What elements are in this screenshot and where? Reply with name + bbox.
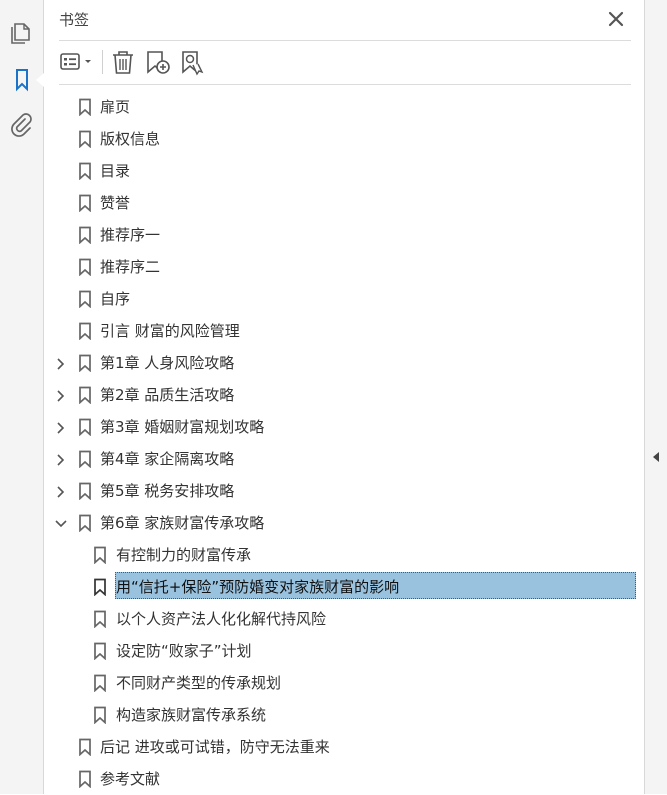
bookmark-icon: [78, 226, 92, 245]
bookmark-label: 设定防“败家子”计划: [116, 642, 252, 660]
bookmark-icon: [78, 482, 92, 501]
bookmark-item[interactable]: 推荐序一: [44, 219, 644, 251]
bookmark-label: 推荐序二: [100, 258, 161, 276]
bookmark-label: 第2章 品质生活攻略: [100, 386, 235, 404]
bookmark-item[interactable]: 构造家族财富传承系统: [44, 699, 644, 731]
bookmark-icon: [93, 546, 107, 565]
bookmark-icon[interactable]: [9, 67, 35, 93]
options-menu-button[interactable]: [59, 48, 97, 76]
panel-title: 书签: [59, 11, 90, 29]
bookmark-icon: [93, 578, 107, 597]
bookmark-item[interactable]: 第1章 人身风险攻略: [44, 347, 644, 379]
trash-icon[interactable]: [110, 48, 136, 76]
divider: [59, 84, 631, 85]
bookmark-icon: [78, 290, 92, 309]
bookmark-label: 构造家族财富传承系统: [116, 706, 267, 724]
bookmark-label: 第4章 家企隔离攻略: [100, 450, 235, 468]
bookmark-icon: [78, 258, 92, 277]
bookmark-icon: [78, 162, 92, 181]
bookmark-icon: [78, 450, 92, 469]
bookmark-item[interactable]: 扉页: [44, 91, 644, 123]
chevron-down-icon[interactable]: [54, 516, 68, 530]
bookmark-item[interactable]: 第5章 税务安排攻略: [44, 475, 644, 507]
bookmark-icon: [93, 642, 107, 661]
document-pane-edge: [644, 0, 667, 794]
bookmark-icon: [93, 674, 107, 693]
bookmark-item[interactable]: 以个人资产法人化化解代持风险: [44, 603, 644, 635]
bookmark-label: 引言 财富的风险管理: [100, 322, 240, 340]
bookmark-label: 用“信托+保险”预防婚变对家族财富的影响: [116, 578, 400, 596]
chevron-right-icon[interactable]: [54, 484, 68, 498]
bookmark-icon: [78, 194, 92, 213]
chevron-right-icon[interactable]: [54, 420, 68, 434]
bookmark-icon: [78, 130, 92, 149]
bookmark-label: 有控制力的财富传承: [116, 546, 252, 564]
bookmark-label: 自序: [100, 290, 131, 308]
bookmark-label: 第5章 税务安排攻略: [100, 482, 235, 500]
bookmark-label: 赞誉: [100, 194, 131, 212]
bookmark-label: 第6章 家族财富传承攻略: [100, 514, 265, 532]
bookmark-icon: [78, 514, 92, 533]
bookmark-icon: [93, 610, 107, 629]
bookmark-item[interactable]: 推荐序二: [44, 251, 644, 283]
bookmark-label: 第1章 人身风险攻略: [100, 354, 235, 372]
bookmark-item[interactable]: 第6章 家族财富传承攻略: [44, 507, 644, 539]
bookmark-icon: [93, 706, 107, 725]
bookmark-item[interactable]: 赞誉: [44, 187, 644, 219]
bookmark-item[interactable]: 参考文献: [44, 763, 644, 795]
bookmark-label: 第3章 婚姻财富规划攻略: [100, 418, 265, 436]
bookmark-item[interactable]: 第3章 婚姻财富规划攻略: [44, 411, 644, 443]
bookmark-item[interactable]: 不同财产类型的传承规划: [44, 667, 644, 699]
active-panel-pointer: [36, 73, 44, 87]
toolbar-separator: [102, 50, 103, 74]
bookmark-from-structure-icon[interactable]: [179, 48, 207, 76]
bookmark-label: 以个人资产法人化化解代持风险: [116, 610, 327, 628]
bookmark-item[interactable]: 有控制力的财富传承: [44, 539, 644, 571]
bookmark-icon: [78, 738, 92, 757]
close-icon[interactable]: [606, 9, 626, 29]
chevron-right-icon[interactable]: [54, 356, 68, 370]
bookmark-item[interactable]: 设定防“败家子”计划: [44, 635, 644, 667]
bookmark-item[interactable]: 后记 进攻或可试错，防守无法重来: [44, 731, 644, 763]
bookmark-item[interactable]: 自序: [44, 283, 644, 315]
bookmark-item[interactable]: 用“信托+保险”预防婚变对家族财富的影响: [44, 571, 644, 603]
bookmark-item[interactable]: 第2章 品质生活攻略: [44, 379, 644, 411]
bookmarks-toolbar: [59, 48, 631, 78]
bookmark-icon: [78, 354, 92, 373]
bookmark-icon: [78, 322, 92, 341]
navigation-rail: [0, 0, 44, 794]
chevron-right-icon[interactable]: [54, 388, 68, 402]
attachment-icon[interactable]: [9, 112, 35, 138]
bookmark-label: 后记 进攻或可试错，防守无法重来: [100, 738, 330, 756]
divider: [59, 40, 631, 41]
bookmark-icon: [78, 386, 92, 405]
chevron-right-icon[interactable]: [54, 452, 68, 466]
bookmark-icon: [78, 98, 92, 117]
bookmark-item[interactable]: 版权信息: [44, 123, 644, 155]
new-bookmark-icon[interactable]: [144, 48, 172, 76]
bookmark-label: 扉页: [100, 98, 131, 116]
bookmark-label: 参考文献: [100, 770, 161, 788]
bookmark-label: 不同财产类型的传承规划: [116, 674, 282, 692]
bookmark-icon: [78, 770, 92, 789]
bookmarks-panel: 书签 扉页 版权信息 目录 赞誉 推荐序一 推荐序二 自序 引言 财富的风险管理…: [44, 0, 644, 794]
bookmark-item[interactable]: 目录: [44, 155, 644, 187]
bookmark-label: 目录: [100, 162, 131, 180]
pages-icon[interactable]: [9, 20, 35, 46]
bookmark-item[interactable]: 引言 财富的风险管理: [44, 315, 644, 347]
bookmark-icon: [78, 418, 92, 437]
bookmark-label: 推荐序一: [100, 226, 161, 244]
bookmark-item[interactable]: 第4章 家企隔离攻略: [44, 443, 644, 475]
collapse-panel-icon[interactable]: [650, 449, 662, 463]
bookmark-label: 版权信息: [100, 130, 161, 148]
